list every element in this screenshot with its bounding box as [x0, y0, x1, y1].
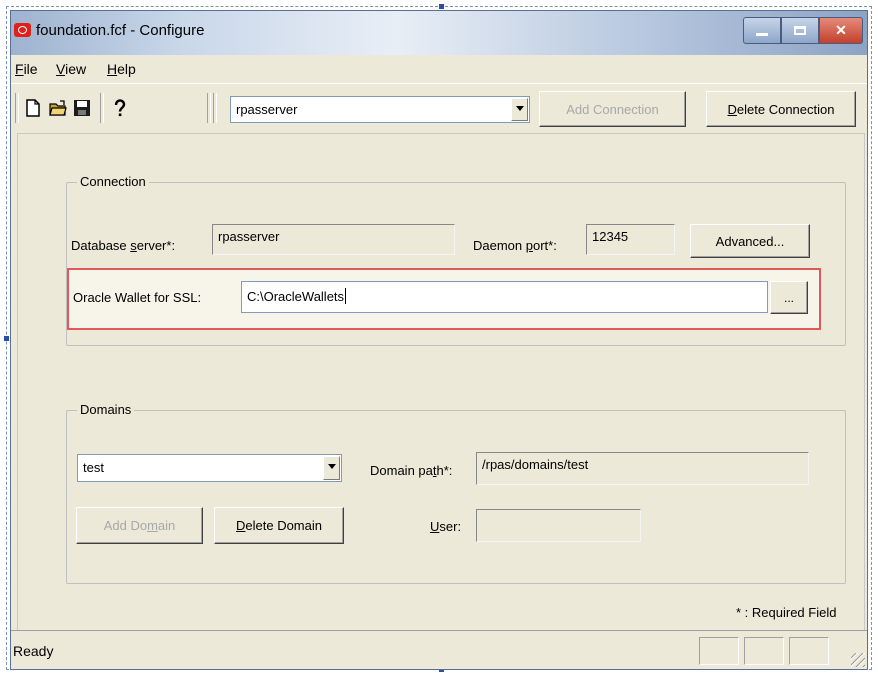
menu-view-mnemonic: V	[56, 61, 66, 77]
domains-group-label: Domains	[77, 402, 135, 417]
add-domain-mnemonic: m	[147, 518, 158, 533]
add-connection-label: Add Connection	[566, 101, 659, 117]
delete-domain-text: elete Domain	[245, 518, 322, 533]
toolbar-grip	[15, 93, 19, 123]
database-server-field[interactable]: rpasserver	[212, 224, 455, 255]
browse-wallet-button[interactable]: ...	[770, 281, 808, 314]
database-server-label-pre: Database	[71, 238, 131, 253]
chevron-down-icon[interactable]	[323, 456, 340, 480]
toolbar-separator	[207, 93, 211, 123]
advanced-button-label: Advanced...	[715, 233, 785, 249]
daemon-port-label-mnemonic: p	[525, 238, 533, 253]
delete-connection-text: elete Connection	[736, 101, 835, 117]
domains-section: Domains test Domain path*: /rpas/domains…	[18, 374, 864, 630]
maximize-icon	[794, 26, 806, 35]
connection-select[interactable]: rpasserver	[230, 96, 530, 123]
oracle-wallet-label: Oracle Wallet for SSL:	[73, 290, 202, 305]
menu-help-label: elp	[117, 61, 136, 77]
toolbar: rpasserver Add Connection Delete Connect…	[11, 85, 867, 133]
daemon-port-label: Daemon port*:	[473, 238, 557, 253]
add-domain-label-post: ain	[157, 518, 176, 533]
resize-grip-icon[interactable]	[851, 653, 865, 667]
browse-wallet-label: ...	[783, 290, 794, 305]
domain-select-value: test	[83, 460, 104, 475]
minimize-icon	[756, 33, 768, 36]
menu-view[interactable]: View	[56, 61, 86, 77]
text-caret	[345, 288, 347, 304]
help-question-icon[interactable]	[111, 99, 129, 117]
oracle-wallet-value: C:\OracleWallets	[247, 289, 345, 304]
toolbar-separator	[213, 93, 217, 123]
database-server-label-post: erver*:	[136, 238, 176, 253]
maximize-button[interactable]	[781, 17, 819, 44]
domain-path-label: Domain path*:	[370, 463, 452, 478]
add-domain-label: Add Domain	[104, 518, 176, 533]
connection-select-value: rpasserver	[236, 102, 298, 117]
menu-file-mnemonic: F	[15, 61, 24, 77]
delete-domain-label: Delete Domain	[236, 518, 322, 533]
menu-help-mnemonic: H	[107, 61, 118, 77]
database-server-value: rpasserver	[218, 229, 280, 244]
close-icon: ✕	[835, 22, 847, 38]
status-pane-2	[744, 637, 784, 665]
daemon-port-label-pre: Daemon	[473, 238, 526, 253]
connection-group-label: Connection	[77, 174, 149, 189]
delete-domain-mnemonic: D	[236, 518, 246, 533]
save-disk-icon[interactable]	[73, 99, 91, 117]
add-connection-button[interactable]: Add Connection	[539, 91, 686, 127]
domain-path-label-post: h*:	[436, 463, 453, 478]
status-pane-3	[789, 637, 829, 665]
domain-select[interactable]: test	[77, 454, 342, 482]
toolbar-separator	[100, 93, 104, 123]
resize-handle-left[interactable]	[4, 336, 9, 341]
daemon-port-label-post: ort*:	[532, 238, 557, 253]
status-bar: Ready	[11, 630, 867, 669]
title-bar[interactable]: foundation.fcf - Configure ✕	[11, 11, 867, 55]
domain-path-field[interactable]: /rpas/domains/test	[476, 452, 809, 485]
delete-connection-mnemonic: D	[727, 101, 737, 117]
database-server-label: Database server*:	[71, 238, 175, 253]
required-field-note: * : Required Field	[736, 605, 837, 620]
user-label: User:	[430, 519, 461, 534]
domains-group: Domains	[66, 402, 846, 584]
status-pane-1	[699, 637, 739, 665]
menu-view-label: iew	[65, 61, 87, 77]
oracle-wallet-value-wrap: C:\OracleWallets	[247, 288, 347, 304]
daemon-port-value: 12345	[592, 229, 629, 244]
status-text: Ready	[13, 643, 54, 659]
user-label-mnemonic: U	[430, 519, 440, 534]
minimize-button[interactable]	[743, 17, 781, 44]
menu-file-label: ile	[23, 61, 38, 77]
advanced-button[interactable]: Advanced...	[690, 224, 810, 258]
menu-file[interactable]: File	[15, 61, 38, 77]
close-button[interactable]: ✕	[819, 17, 863, 44]
add-domain-label-pre: Add Do	[103, 518, 148, 533]
domain-path-label-pre: Domain pa	[370, 463, 433, 478]
oracle-logo-icon	[14, 23, 31, 37]
window-title: foundation.fcf - Configure	[36, 22, 205, 39]
delete-domain-button[interactable]: Delete Domain	[214, 507, 344, 544]
window-controls: ✕	[743, 17, 863, 44]
user-field[interactable]	[476, 509, 641, 542]
user-label-text: ser:	[439, 519, 462, 534]
daemon-port-field[interactable]: 12345	[586, 224, 675, 255]
chevron-down-icon[interactable]	[511, 98, 528, 121]
connection-section: Connection Database server*: rpasserver …	[18, 134, 864, 374]
configure-window: foundation.fcf - Configure ✕ File View H…	[10, 10, 868, 670]
add-domain-button[interactable]: Add Domain	[76, 507, 203, 544]
oracle-wallet-field[interactable]: C:\OracleWallets	[241, 281, 768, 313]
domain-path-value: /rpas/domains/test	[482, 457, 589, 472]
menu-help[interactable]: Help	[107, 61, 136, 77]
new-file-icon[interactable]	[24, 99, 42, 117]
main-content: Connection Database server*: rpasserver …	[17, 133, 865, 631]
delete-connection-button[interactable]: Delete Connection	[706, 91, 856, 127]
resize-handle-top[interactable]	[439, 4, 444, 9]
open-folder-icon[interactable]	[49, 99, 67, 117]
menu-bar: File View Help	[11, 55, 867, 84]
delete-connection-label: Delete Connection	[728, 102, 835, 117]
